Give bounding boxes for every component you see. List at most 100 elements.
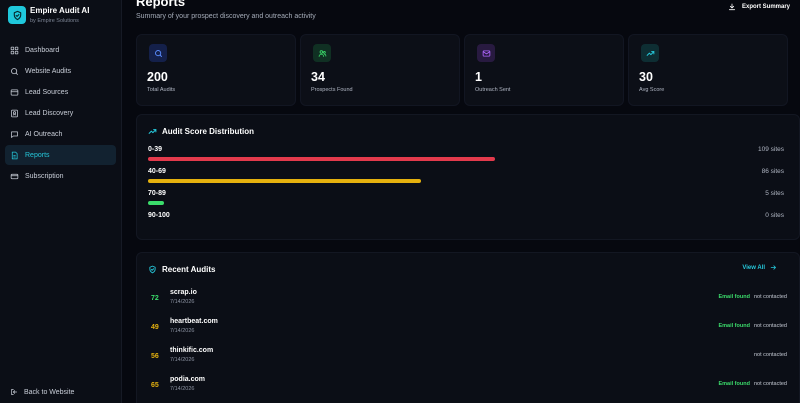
stat-card-outreach-sent: 1 Outreach Sent — [464, 34, 624, 106]
recent-audits-title: Recent Audits — [162, 265, 216, 274]
distribution-title: Audit Score Distribution — [162, 127, 254, 136]
contact-status: not contacted — [753, 294, 787, 300]
sidebar-item-label: Dashboard — [25, 46, 60, 54]
range-label: 40-69 — [148, 168, 166, 175]
email-found-badge: Email found — [718, 294, 750, 300]
arrow-right-icon — [770, 265, 776, 270]
audit-row[interactable]: 72 scrap.io 7/14/2026 Email found not co… — [151, 289, 787, 311]
email-found-badge: Email found — [718, 381, 750, 387]
back-label: Back to Website — [24, 388, 75, 396]
shield-check-icon — [149, 265, 156, 274]
sidebar-item-label: Reports — [25, 151, 50, 159]
audit-score: 49 — [151, 324, 159, 331]
panel-title: Audit Score Distribution — [148, 127, 254, 136]
search-icon — [11, 67, 18, 75]
users-icon — [313, 44, 331, 62]
reports-icon — [11, 151, 18, 159]
contact-status: not contacted — [753, 352, 787, 358]
sidebar-item-website-audits[interactable]: Website Audits — [5, 61, 116, 81]
stat-value: 34 — [311, 70, 325, 84]
stat-card-total-audits: 200 Total Audits — [136, 34, 296, 106]
audit-date: 7/14/2026 — [170, 386, 195, 392]
audit-date: 7/14/2026 — [170, 299, 195, 305]
main-content: Reports Summary of your prospect discove… — [122, 0, 800, 403]
card-icon — [10, 173, 19, 179]
stat-label: Total Audits — [147, 87, 176, 93]
trending-up-icon — [641, 44, 659, 62]
shield-check-icon — [8, 6, 26, 24]
site-count: 5 sites — [765, 190, 784, 197]
download-icon — [728, 3, 736, 11]
audit-domain: heartbeat.com — [170, 318, 218, 325]
site-count: 86 sites — [761, 168, 784, 175]
range-label: 0-39 — [148, 146, 163, 153]
sidebar-item-reports[interactable]: Reports — [5, 145, 116, 165]
view-all-link[interactable]: View All — [742, 264, 777, 271]
audit-domain: podia.com — [170, 376, 206, 383]
audit-domain: scrap.io — [170, 289, 197, 296]
site-count: 109 sites — [757, 146, 784, 153]
email-found-badge: Email found — [718, 323, 750, 329]
stat-value: 1 — [475, 70, 482, 84]
audit-status: Email found not contacted — [718, 323, 787, 329]
sidebar-item-label: Lead Discovery — [25, 109, 74, 117]
app-subtitle: by Empire Solutions — [30, 18, 79, 24]
distribution-bar — [148, 157, 495, 161]
audit-row[interactable]: 49 heartbeat.com 7/14/2026 Email found n… — [151, 318, 787, 340]
audit-row[interactable]: 56 thinkific.com 7/14/2026 not contacted — [151, 347, 787, 369]
stat-label: Avg Score — [639, 87, 665, 93]
contact-status: not contacted — [753, 323, 787, 329]
brand[interactable]: Empire Audit AI by Empire Solutions — [8, 6, 89, 24]
exit-icon — [11, 388, 18, 396]
range-label: 70-89 — [148, 190, 166, 197]
audit-row[interactable]: 65 podia.com 7/14/2026 Email found not c… — [151, 376, 787, 398]
audit-score: 72 — [151, 295, 159, 302]
audit-date: 7/14/2026 — [170, 328, 195, 334]
stat-label: Outreach Sent — [475, 87, 511, 93]
audit-score: 56 — [151, 353, 159, 360]
search-icon — [149, 44, 167, 62]
back-to-website-link[interactable]: Back to Website — [10, 388, 74, 396]
distribution-bar — [148, 201, 164, 205]
stat-value: 30 — [639, 70, 653, 84]
sidebar-item-lead-discovery[interactable]: Lead Discovery — [5, 103, 116, 123]
export-summary-button[interactable]: Export Summary — [724, 1, 794, 13]
audit-status: Email found not contacted — [718, 294, 787, 300]
sidebar-item-dashboard[interactable]: Dashboard — [5, 40, 116, 60]
page-subtitle: Summary of your prospect discovery and o… — [136, 13, 316, 20]
stat-card-prospects-found: 34 Prospects Found — [300, 34, 460, 106]
audit-score: 65 — [151, 382, 159, 389]
mail-icon — [477, 44, 495, 62]
range-label: 90-100 — [148, 212, 170, 219]
sidebar-item-subscription[interactable]: Subscription — [5, 166, 116, 186]
recent-audits-panel: Recent Audits View All 72 scrap.io 7/14/… — [136, 252, 800, 403]
stat-label: Prospects Found — [311, 87, 353, 93]
panel-title: Recent Audits — [148, 265, 216, 274]
lead-sources-icon — [10, 89, 19, 95]
contact-status: not contacted — [753, 381, 787, 387]
page-title: Reports — [136, 0, 186, 9]
view-all-label: View All — [742, 264, 765, 271]
distribution-bar — [148, 179, 421, 183]
app-title: Empire Audit AI — [30, 6, 90, 15]
sidebar-item-ai-outreach[interactable]: AI Outreach — [5, 124, 116, 144]
sidebar-item-label: Lead Sources — [25, 88, 69, 96]
audit-status: not contacted — [754, 352, 787, 358]
site-count: 0 sites — [765, 212, 784, 219]
lead-discovery-icon — [11, 109, 18, 117]
stat-value: 200 — [147, 70, 168, 84]
score-distribution-panel: Audit Score Distribution 0-39 109 sites … — [136, 114, 800, 240]
sidebar-item-label: AI Outreach — [25, 130, 63, 138]
audit-date: 7/14/2026 — [170, 357, 195, 363]
stat-card-avg-score: 30 Avg Score — [628, 34, 788, 106]
sidebar: Empire Audit AI by Empire Solutions Dash… — [0, 0, 122, 403]
audit-status: Email found not contacted — [718, 381, 787, 387]
sidebar-nav: Dashboard Website Audits Lead Sources Le… — [5, 40, 116, 187]
sidebar-item-label: Subscription — [25, 172, 64, 180]
sidebar-item-lead-sources[interactable]: Lead Sources — [5, 82, 116, 102]
chat-icon — [11, 131, 18, 138]
audit-domain: thinkific.com — [170, 347, 214, 354]
sidebar-item-label: Website Audits — [25, 67, 72, 75]
export-label: Export Summary — [741, 4, 790, 10]
trending-up-icon — [148, 129, 157, 134]
